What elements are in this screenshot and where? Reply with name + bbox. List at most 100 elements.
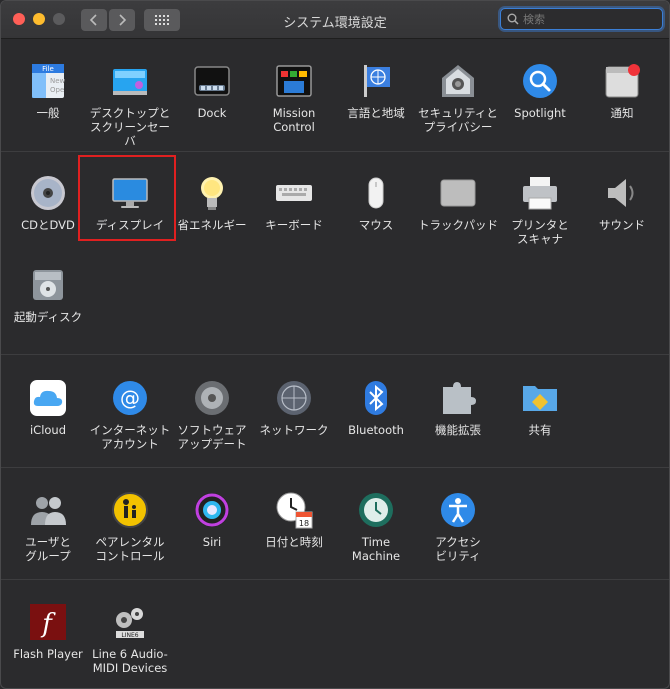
parental-controls-icon [108, 488, 152, 532]
pref-pane-label: CDとDVD [21, 218, 75, 232]
dock-icon [190, 59, 234, 103]
pref-pane-spotlight[interactable]: Spotlight [499, 59, 581, 120]
pref-pane-dock[interactable]: Dock [171, 59, 253, 120]
pref-pane-label: アクセシ ビリティ [435, 535, 481, 563]
keyboard-icon [272, 171, 316, 215]
startup-disk-icon [26, 263, 70, 307]
pref-pane-parental-controls[interactable]: ペアレンタル コントロール [89, 488, 171, 563]
security-icon [436, 59, 480, 103]
pref-pane-energy-saver[interactable]: 省エネルギー [171, 171, 253, 232]
pref-pane-siri[interactable]: Siri [171, 488, 253, 549]
sound-icon [600, 171, 644, 215]
pref-pane-extensions[interactable]: 機能拡張 [417, 376, 499, 437]
spotlight-icon [518, 59, 562, 103]
chevron-right-icon [119, 14, 127, 26]
pref-pane-language[interactable]: 言語と地域 [335, 59, 417, 120]
pref-pane-security[interactable]: セキュリティと プライバシー [417, 59, 499, 134]
system-preferences-window: システム環境設定 File NewOpe 一般 デスクトップと スクリーンセーバ Doc… [0, 0, 670, 689]
date-time-icon: 18 [272, 488, 316, 532]
pref-pane-software-update[interactable]: ソフトウェア アップデート [171, 376, 253, 451]
svg-text:File: File [42, 65, 54, 73]
pref-pane-mouse[interactable]: マウス [335, 171, 417, 232]
pref-pane-sound[interactable]: サウンド [581, 171, 663, 232]
bluetooth-icon [354, 376, 398, 420]
close-button[interactable] [13, 13, 25, 25]
pref-pane-label: 省エネルギー [177, 218, 247, 232]
zoom-button[interactable] [53, 13, 65, 25]
svg-text:Ope: Ope [50, 86, 64, 94]
pref-pane-label: 共有 [528, 423, 552, 437]
siri-icon [190, 488, 234, 532]
grid-icon [155, 15, 169, 25]
pref-pane-label: プリンタと スキャナ [511, 218, 569, 246]
sharing-icon [518, 376, 562, 420]
show-all-button[interactable] [144, 9, 180, 31]
svg-text:New: New [50, 77, 66, 85]
pref-pane-label: Dock [197, 106, 227, 120]
network-icon [272, 376, 316, 420]
pref-pane-label: 通知 [610, 106, 634, 120]
pref-pane-time-machine[interactable]: Time Machine [335, 488, 417, 563]
trackpad-icon [436, 171, 480, 215]
pref-pane-accessibility[interactable]: アクセシ ビリティ [417, 488, 499, 563]
pref-pane-notifications[interactable]: 通知 [581, 59, 663, 120]
pref-pane-label: Time Machine [351, 535, 401, 563]
pref-pane-label: トラックパッド [418, 218, 498, 232]
pref-pane-date-time[interactable]: 18 日付と時刻 [253, 488, 335, 549]
pref-pane-trackpad[interactable]: トラックパッド [417, 171, 499, 232]
pref-pane-keyboard[interactable]: キーボード [253, 171, 335, 232]
language-icon [354, 59, 398, 103]
pref-pane-label: マウス [358, 218, 394, 232]
software-update-icon [190, 376, 234, 420]
flash-player-icon: f [26, 600, 70, 644]
time-machine-icon [354, 488, 398, 532]
pref-pane-cd-dvd[interactable]: CDとDVD [7, 171, 89, 232]
svg-text:@: @ [120, 386, 140, 410]
pref-pane-label: 日付と時刻 [265, 535, 323, 549]
accessibility-icon [436, 488, 480, 532]
pref-pane-printer[interactable]: プリンタと スキャナ [499, 171, 581, 246]
title-bar: システム環境設定 [1, 1, 669, 39]
pref-pane-desktop[interactable]: デスクトップと スクリーンセーバ [89, 59, 171, 148]
search-input[interactable] [523, 10, 657, 28]
pref-pane-label: Bluetooth [348, 423, 404, 437]
pref-pane-label: 一般 [36, 106, 60, 120]
pref-pane-label: デスクトップと スクリーンセーバ [89, 106, 171, 148]
pref-pane-label: Flash Player [13, 647, 83, 661]
pref-pane-sharing[interactable]: 共有 [499, 376, 581, 437]
minimize-button[interactable] [33, 13, 45, 25]
display-selection-highlight [78, 155, 176, 241]
pref-pane-network[interactable]: ネットワーク [253, 376, 335, 437]
pref-pane-line6[interactable]: LINE6 Line 6 Audio- MIDI Devices [89, 600, 171, 675]
pref-pane-icloud[interactable]: iCloud [7, 376, 89, 437]
pref-pane-label: ソフトウェア アップデート [177, 423, 247, 451]
chevron-left-icon [89, 14, 97, 26]
pref-pane-label: ネットワーク [259, 423, 329, 437]
internet-accounts-icon: @ [108, 376, 152, 420]
pref-pane-label: Mission Control [272, 106, 316, 134]
pref-pane-bluetooth[interactable]: Bluetooth [335, 376, 417, 437]
pref-pane-label: ユーザと グループ [25, 535, 71, 563]
pref-pane-users-groups[interactable]: ユーザと グループ [7, 488, 89, 563]
pref-pane-startup-disk[interactable]: 起動ディスク [7, 263, 89, 324]
back-button[interactable] [81, 9, 107, 31]
users-groups-icon [26, 488, 70, 532]
svg-text:LINE6: LINE6 [121, 632, 138, 639]
pref-pane-flash-player[interactable]: f Flash Player [7, 600, 89, 661]
search-field[interactable] [500, 8, 663, 30]
pref-pane-general[interactable]: File New Ope 一般 [7, 59, 89, 120]
line6-icon: LINE6 [108, 600, 152, 644]
notifications-icon [600, 59, 644, 103]
pref-pane-label: Spotlight [514, 106, 566, 120]
pref-pane-label: 起動ディスク [13, 310, 83, 324]
pref-pane-label: ペアレンタル コントロール [95, 535, 165, 563]
icloud-icon [26, 376, 70, 420]
pref-pane-label: セキュリティと プライバシー [418, 106, 498, 134]
search-icon [507, 13, 519, 25]
pref-pane-label: 機能拡張 [435, 423, 481, 437]
pref-pane-mission-control[interactable]: Mission Control [253, 59, 335, 134]
pref-pane-label: キーボード [265, 218, 323, 232]
forward-button[interactable] [109, 9, 135, 31]
pref-pane-internet-accounts[interactable]: @ インターネット アカウント [89, 376, 171, 451]
mouse-icon [354, 171, 398, 215]
